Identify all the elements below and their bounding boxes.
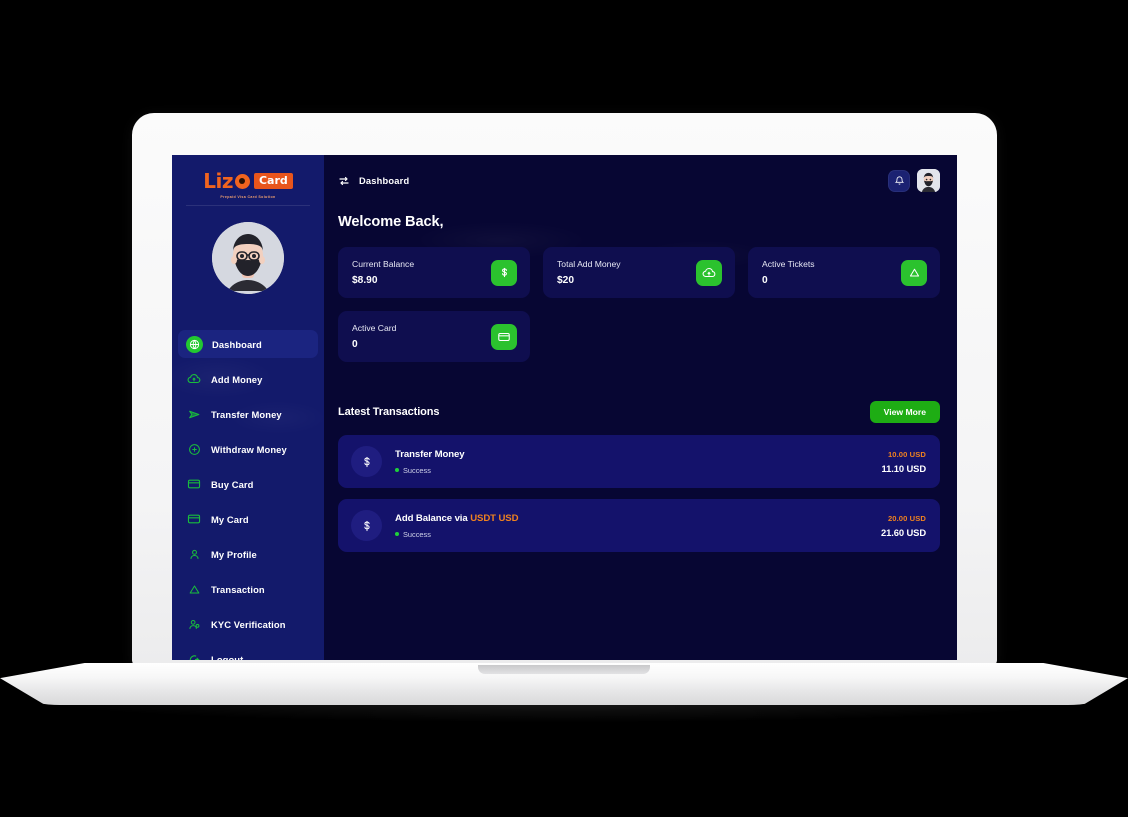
status-label: Success bbox=[403, 529, 431, 539]
avatar bbox=[212, 222, 284, 294]
view-more-button[interactable]: View More bbox=[869, 401, 940, 423]
sidebar-item-label: My Profile bbox=[211, 548, 257, 560]
stat-label: Total Add Money bbox=[557, 259, 621, 269]
transaction-name-accent: USDT USD bbox=[470, 512, 519, 524]
stat-label: Active Tickets bbox=[762, 259, 815, 269]
transaction-balance: 11.10 USD bbox=[881, 462, 927, 474]
sidebar-item-label: My Card bbox=[211, 513, 249, 525]
table-row[interactable]: Add Balance via USDT USD Success 20.00 U… bbox=[338, 499, 940, 552]
sidebar-item-label: Withdraw Money bbox=[211, 443, 287, 455]
transaction-name: Transfer Money bbox=[395, 449, 882, 460]
transaction-info: Add Balance via USDT USD Success bbox=[395, 513, 881, 539]
logo-text-card: Card bbox=[253, 172, 293, 190]
transfer-arrows-icon[interactable] bbox=[338, 175, 350, 187]
transaction-amounts: 20.00 USD 21.60 USD bbox=[881, 514, 926, 538]
sidebar-item-add-money[interactable]: Add Money bbox=[178, 365, 318, 393]
sidebar-item-label: Dashboard bbox=[212, 338, 262, 350]
top-bar: Dashboard bbox=[324, 155, 957, 192]
sidebar-item-withdraw-money[interactable]: Withdraw Money bbox=[178, 435, 318, 463]
dollar-icon bbox=[351, 446, 382, 477]
stat-card-active-tickets[interactable]: Active Tickets 0 bbox=[748, 247, 940, 298]
sidebar-item-my-card[interactable]: My Card bbox=[178, 505, 318, 533]
stat-value: 0 bbox=[762, 275, 768, 286]
sidebar-item-label: Buy Card bbox=[211, 478, 254, 490]
status-badge: Success bbox=[395, 530, 881, 539]
sidebar-item-label: Transaction bbox=[211, 583, 265, 595]
sidebar: Liz Card Prepaid Visa Card Solution Dash… bbox=[172, 155, 324, 660]
user-check-icon bbox=[186, 616, 202, 632]
transaction-name: Add Balance via USDT USD bbox=[395, 513, 881, 524]
notification-bell-icon[interactable] bbox=[888, 169, 910, 192]
sidebar-item-label: KYC Verification bbox=[211, 618, 286, 630]
transactions-list: Transfer Money Success 10.00 USD 11.10 U… bbox=[338, 435, 940, 552]
credit-card-icon bbox=[491, 323, 517, 350]
laptop-notch bbox=[478, 665, 650, 674]
logo-tagline: Prepaid Visa Card Solution bbox=[220, 195, 276, 199]
logout-icon bbox=[186, 651, 202, 660]
breadcrumb-label: Dashboard bbox=[359, 175, 410, 186]
cloud-upload-icon bbox=[186, 371, 202, 387]
send-plane-icon bbox=[186, 406, 202, 422]
sidebar-nav: Dashboard Add Money Transfer Money Withd… bbox=[172, 330, 324, 660]
logo-o-icon bbox=[234, 173, 250, 189]
triangle-icon bbox=[186, 581, 202, 597]
transactions-title: Latest Transactions bbox=[338, 406, 440, 418]
transaction-name-text: Transfer Money bbox=[395, 448, 465, 460]
stat-label: Current Balance bbox=[352, 259, 415, 269]
main-content: Dashboard Welcome Back, Current Balance … bbox=[324, 155, 957, 660]
credit-card-icon bbox=[186, 476, 202, 492]
cloud-upload-icon bbox=[696, 259, 722, 286]
brand-logo[interactable]: Liz Card Prepaid Visa Card Solution bbox=[172, 155, 324, 213]
user-icon bbox=[186, 546, 202, 562]
sidebar-item-dashboard[interactable]: Dashboard bbox=[178, 330, 318, 358]
stat-value: $20 bbox=[557, 275, 574, 286]
transaction-info: Transfer Money Success bbox=[395, 449, 882, 475]
triangle-icon bbox=[901, 259, 927, 286]
sidebar-item-transaction[interactable]: Transaction bbox=[178, 575, 318, 603]
transaction-name-text: Add Balance via bbox=[395, 512, 471, 524]
dollar-icon bbox=[351, 510, 382, 541]
dashboard-globe-icon bbox=[186, 335, 203, 353]
stat-label: Active Card bbox=[352, 323, 397, 333]
stat-card-total-add-money[interactable]: Total Add Money $20 bbox=[543, 247, 735, 298]
transaction-amount: 20.00 USD bbox=[887, 513, 926, 523]
app-screen: Liz Card Prepaid Visa Card Solution Dash… bbox=[172, 155, 957, 660]
sidebar-item-label: Transfer Money bbox=[211, 408, 282, 420]
stat-card-current-balance[interactable]: Current Balance $8.90 bbox=[338, 247, 530, 298]
breadcrumb: Dashboard bbox=[338, 175, 409, 187]
profile-avatar[interactable] bbox=[917, 169, 940, 192]
status-badge: Success bbox=[395, 466, 882, 475]
sidebar-item-my-profile[interactable]: My Profile bbox=[178, 540, 318, 568]
transaction-balance: 21.60 USD bbox=[881, 526, 926, 538]
sidebar-item-transfer-money[interactable]: Transfer Money bbox=[178, 400, 318, 428]
stat-value: 0 bbox=[352, 339, 358, 350]
transaction-amounts: 10.00 USD 11.10 USD bbox=[881, 449, 927, 474]
sidebar-item-logout[interactable]: Logout bbox=[178, 645, 318, 660]
table-row[interactable]: Transfer Money Success 10.00 USD 11.10 U… bbox=[338, 435, 940, 488]
top-bar-actions bbox=[888, 169, 940, 192]
stat-value: $8.90 bbox=[352, 275, 378, 286]
stat-cards: Current Balance $8.90 Total Add Money $2… bbox=[338, 247, 940, 362]
sidebar-avatar-wrap bbox=[172, 222, 324, 294]
logo-text-liz: Liz bbox=[203, 169, 233, 193]
sidebar-item-kyc-verification[interactable]: KYC Verification bbox=[178, 610, 318, 638]
transaction-amount: 10.00 USD bbox=[887, 449, 926, 459]
arrow-circle-icon bbox=[186, 441, 202, 457]
sidebar-item-label: Add Money bbox=[211, 373, 263, 385]
status-label: Success bbox=[403, 465, 431, 475]
brand-divider bbox=[186, 205, 310, 206]
status-dot-icon bbox=[395, 468, 399, 472]
dollar-icon bbox=[491, 259, 517, 286]
transactions-header: Latest Transactions View More bbox=[338, 401, 940, 423]
sidebar-item-buy-card[interactable]: Buy Card bbox=[178, 470, 318, 498]
status-dot-icon bbox=[395, 532, 399, 536]
credit-card-icon bbox=[186, 511, 202, 527]
page-title: Welcome Back, bbox=[338, 214, 444, 230]
stat-card-active-card[interactable]: Active Card 0 bbox=[338, 311, 530, 362]
sidebar-item-label: Logout bbox=[211, 653, 244, 661]
